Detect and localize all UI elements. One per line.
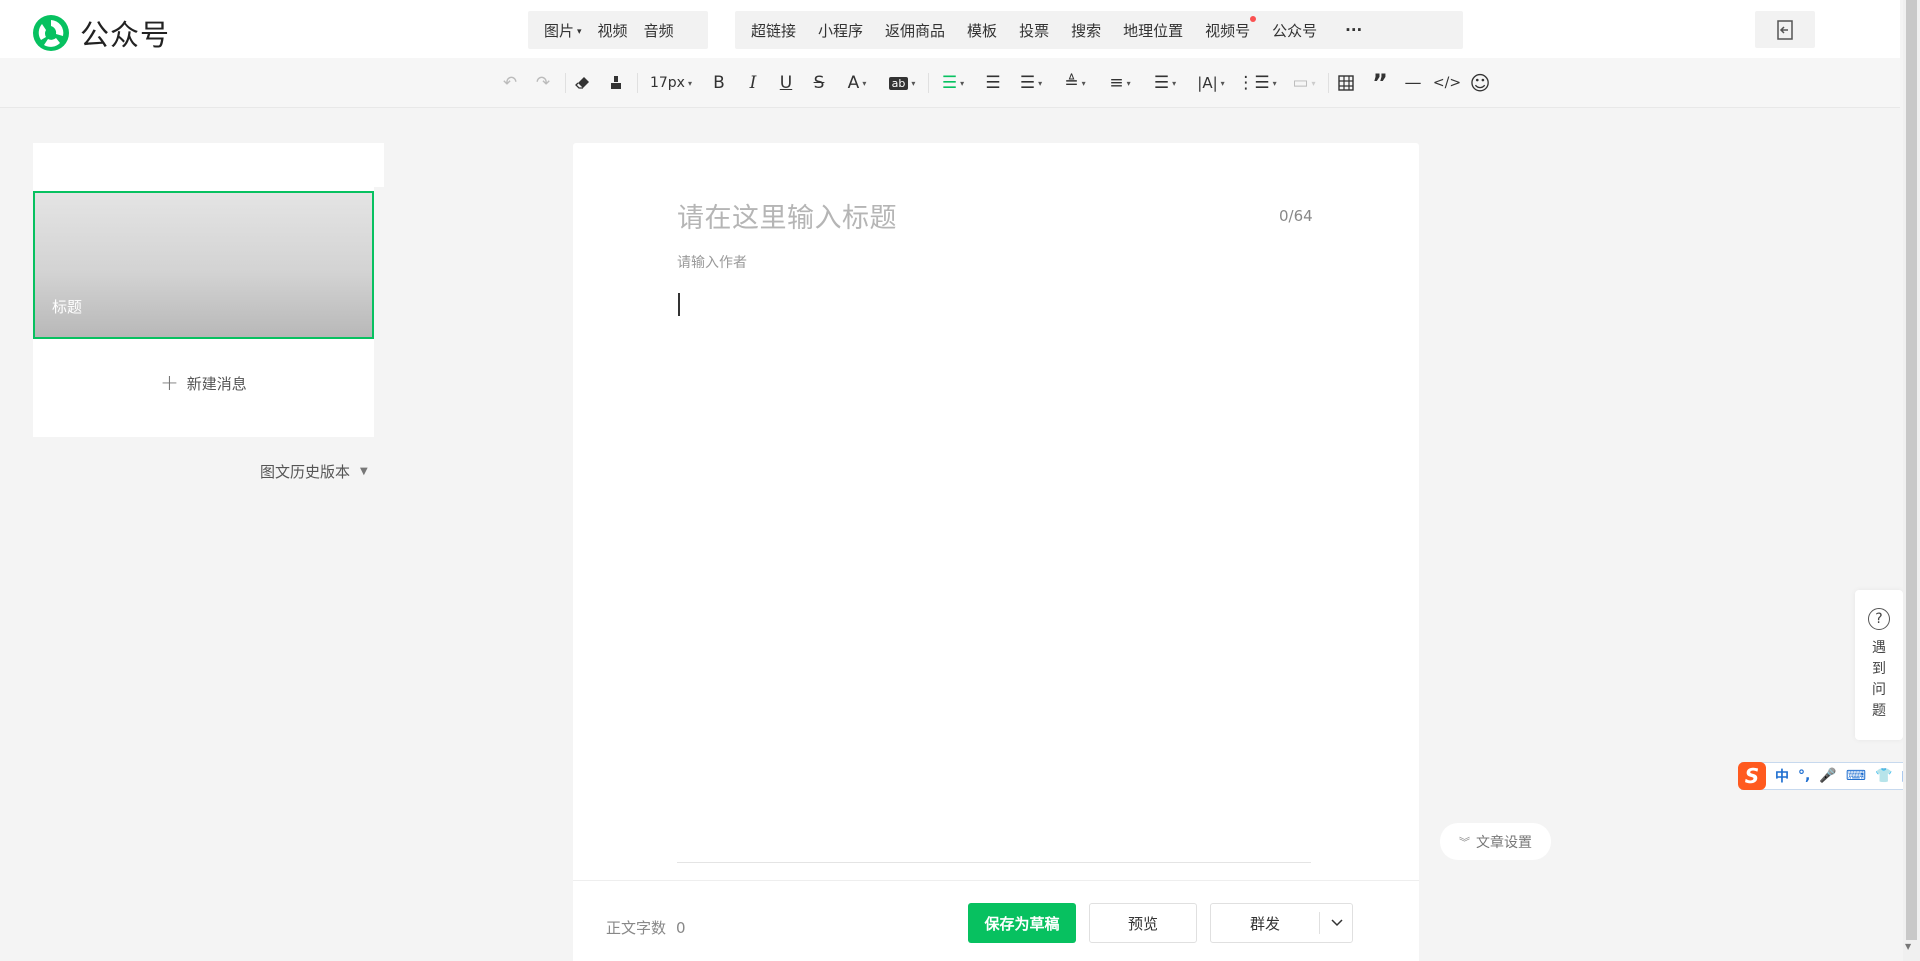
top-header: 公众号 图片 ▾ 视频 音频 超链接 小程序 返佣商品 模板 投票 搜索 地理位置… xyxy=(0,0,1900,58)
article-settings-button[interactable]: ︾ 文章设置 xyxy=(1440,823,1551,860)
new-badge-dot xyxy=(1250,15,1257,22)
publish-split-button: 群发 xyxy=(1210,903,1353,943)
double-chevron-down-icon: ︾ xyxy=(1459,835,1470,849)
exit-editor-button[interactable] xyxy=(1755,11,1815,48)
help-widget[interactable]: ? 遇到问题 xyxy=(1855,590,1903,740)
font-color-icon[interactable]: A ▾ xyxy=(840,58,874,108)
article-settings-label: 文章设置 xyxy=(1476,834,1532,851)
history-versions-dropdown[interactable]: 图文历史版本 ▼ xyxy=(260,461,368,482)
save-draft-button[interactable]: 保存为草稿 xyxy=(968,903,1076,943)
author-input[interactable]: 请输入作者 xyxy=(677,252,747,272)
insert-commission-goods-button[interactable]: 返佣商品 xyxy=(877,20,953,41)
word-count: 正文字数 0 xyxy=(606,917,686,938)
new-message-button[interactable]: + 新建消息 xyxy=(33,371,374,396)
table-icon[interactable] xyxy=(1334,58,1358,108)
divider-icon[interactable]: — xyxy=(1401,58,1425,108)
paragraph-spacing-icon[interactable]: ≡ ▾ xyxy=(1103,58,1137,108)
insert-media-group: 图片 ▾ 视频 音频 xyxy=(528,11,708,49)
strikethrough-icon[interactable]: S xyxy=(807,58,831,108)
insert-vote-button[interactable]: 投票 xyxy=(1011,20,1057,41)
article-editor: 请在这里输入标题 0/64 请输入作者 正文字数 0 保存为草稿 预览 群发 xyxy=(573,143,1419,961)
app-logo[interactable]: 公众号 xyxy=(32,12,170,54)
ime-toolbar: S 中 °, 🎤 ⌨ 👕 ▦ xyxy=(1738,762,1920,790)
text-cursor xyxy=(678,293,680,316)
format-painter-icon[interactable] xyxy=(604,58,628,108)
exit-icon xyxy=(1777,19,1793,40)
insert-template-button[interactable]: 模板 xyxy=(959,20,1005,41)
undo-icon[interactable]: ↶ xyxy=(498,58,522,108)
history-versions-label: 图文历史版本 xyxy=(260,463,351,481)
content-divider xyxy=(677,862,1311,863)
quote-icon[interactable]: ” xyxy=(1368,58,1392,108)
bold-icon[interactable]: B xyxy=(707,58,731,108)
chevron-down-icon: ▾ xyxy=(577,26,582,37)
align-justify-icon[interactable]: ☰ ▾ xyxy=(936,58,970,108)
ime-keyboard-icon[interactable]: ⌨ xyxy=(1846,768,1866,784)
help-label: 遇到问题 xyxy=(1872,640,1886,719)
line-height-icon[interactable]: ≜ ▾ xyxy=(1058,58,1092,108)
indent-icon[interactable]: ☰ ▾ xyxy=(1148,58,1182,108)
article-card-title: 标题 xyxy=(52,298,83,316)
letter-spacing-icon[interactable]: |A| ▾ xyxy=(1193,58,1229,108)
more-icon[interactable]: ··· xyxy=(1337,21,1370,39)
first-line-indent-icon[interactable]: ☰ ▾ xyxy=(1014,58,1048,108)
indent-right-icon[interactable]: ☰ xyxy=(981,58,1005,108)
ime-punctuation-icon[interactable]: °, xyxy=(1798,768,1810,784)
list-icon[interactable]: ⋮☰ ▾ xyxy=(1237,58,1276,108)
plus-icon: + xyxy=(160,371,179,396)
publish-options-dropdown[interactable] xyxy=(1320,904,1353,942)
scroll-down-arrow-icon[interactable]: ▼ xyxy=(1905,942,1911,951)
ime-skin-icon[interactable]: 👕 xyxy=(1875,768,1892,784)
title-input[interactable]: 请在这里输入标题 xyxy=(677,196,897,235)
ime-microphone-icon[interactable]: 🎤 xyxy=(1819,768,1836,784)
article-list-panel: 标题 + 新建消息 xyxy=(33,143,384,437)
editor-footer: 正文字数 0 保存为草稿 预览 群发 xyxy=(573,880,1419,961)
insert-image-button[interactable]: 图片 ▾ xyxy=(536,20,590,41)
emoji-icon[interactable]: ☺ xyxy=(1468,58,1492,108)
app-name: 公众号 xyxy=(80,18,171,52)
insert-official-account-button[interactable]: 公众号 xyxy=(1264,20,1325,41)
insert-content-group: 超链接 小程序 返佣商品 模板 投票 搜索 地理位置 视频号 公众号 ··· xyxy=(735,11,1463,49)
format-toolbar: ↶ ↷ 17px ▾ B I U S A ▾ ab ▾ ☰ ▾ ☰ ☰ ▾ ≜ ▾ ≡ ▾ ☰… xyxy=(0,58,1900,108)
insert-search-button[interactable]: 搜索 xyxy=(1063,20,1109,41)
insert-audio-button[interactable]: 音频 xyxy=(636,20,682,41)
wechat-mp-logo-icon xyxy=(33,15,69,51)
font-size-select[interactable]: 17px ▾ xyxy=(645,58,697,108)
preview-button[interactable]: 预览 xyxy=(1089,903,1197,943)
insert-hyperlink-button[interactable]: 超链接 xyxy=(743,20,804,41)
scrollbar-thumb[interactable] xyxy=(1906,0,1917,940)
underline-icon[interactable]: U xyxy=(774,58,798,108)
word-count-value: 0 xyxy=(676,919,686,937)
redo-icon[interactable]: ↷ xyxy=(531,58,555,108)
clear-format-icon[interactable] xyxy=(571,58,595,108)
insert-channels-button[interactable]: 视频号 xyxy=(1197,15,1258,41)
sogou-ime-logo-icon[interactable]: S xyxy=(1738,762,1766,790)
background-color-icon[interactable]: ab ▾ xyxy=(884,58,920,108)
article-card[interactable]: 标题 xyxy=(33,191,374,339)
panel-top-strip xyxy=(33,143,384,187)
question-icon: ? xyxy=(1868,608,1890,630)
caret-down-icon: ▼ xyxy=(360,466,368,477)
insert-location-button[interactable]: 地理位置 xyxy=(1115,20,1191,41)
insert-video-button[interactable]: 视频 xyxy=(590,20,636,41)
code-icon[interactable]: </> xyxy=(1433,58,1461,108)
italic-icon[interactable]: I xyxy=(741,58,765,108)
insert-miniprogram-button[interactable]: 小程序 xyxy=(810,20,871,41)
image-float-icon: ▭ ▾ xyxy=(1292,73,1316,93)
publish-button[interactable]: 群发 xyxy=(1211,904,1319,942)
word-count-label: 正文字数 xyxy=(606,919,667,937)
ime-chinese-mode[interactable]: 中 xyxy=(1775,766,1789,786)
new-message-label: 新建消息 xyxy=(186,375,247,393)
chevron-down-icon xyxy=(1330,919,1343,927)
title-char-count: 0/64 xyxy=(1279,207,1313,225)
